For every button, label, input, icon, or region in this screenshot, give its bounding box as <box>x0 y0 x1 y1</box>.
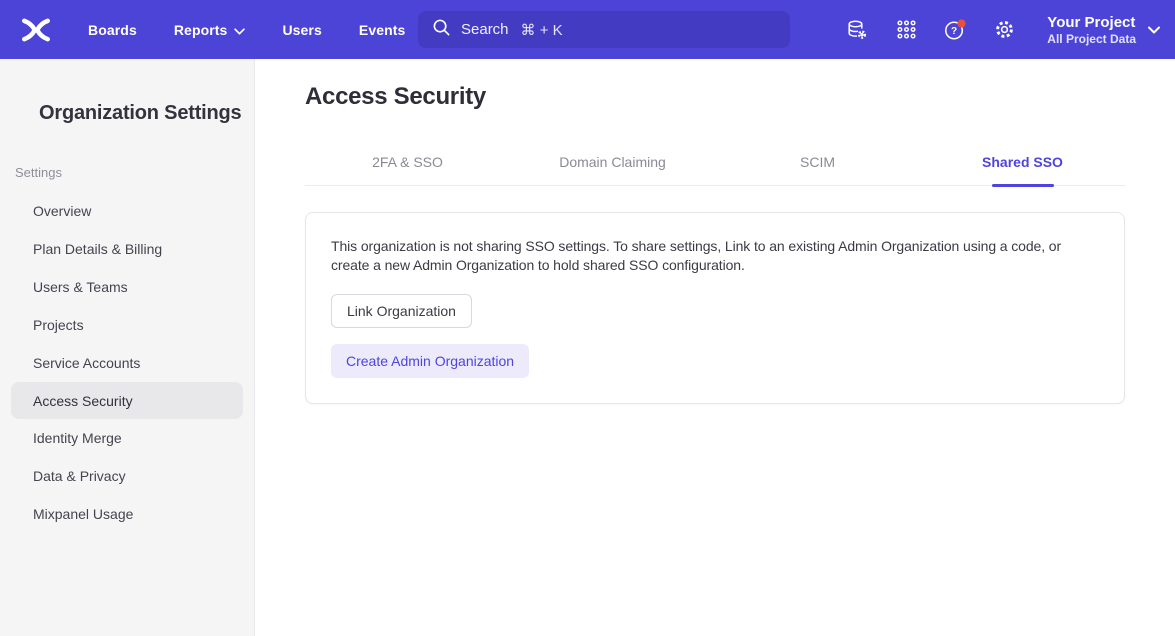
tab-label: 2FA & SSO <box>372 154 443 170</box>
link-organization-button[interactable]: Link Organization <box>331 294 472 328</box>
nav-item-label: Boards <box>88 22 137 38</box>
sidebar-item-identity-merge[interactable]: Identity Merge <box>0 419 254 457</box>
sidebar-item-access-security[interactable]: Access Security <box>11 382 243 419</box>
nav-item-label: Users <box>282 22 321 38</box>
search-placeholder: Search <box>461 21 509 38</box>
mixpanel-logo-icon[interactable] <box>21 18 51 42</box>
sidebar-item-projects[interactable]: Projects <box>0 306 254 344</box>
notification-badge <box>958 19 966 27</box>
settings-sidebar: Organization Settings Settings Overview … <box>0 59 255 636</box>
create-admin-organization-button[interactable]: Create Admin Organization <box>331 344 529 378</box>
search-icon <box>432 18 451 42</box>
shared-sso-card: This organization is not sharing SSO set… <box>305 212 1125 404</box>
search-shortcut-hint: ⌘ + K <box>521 21 563 39</box>
settings-gear-icon[interactable] <box>992 18 1016 42</box>
tab-label: Domain Claiming <box>559 154 666 170</box>
sidebar-item-service-accounts[interactable]: Service Accounts <box>0 344 254 382</box>
nav-item-boards[interactable]: Boards <box>88 22 137 38</box>
sidebar-item-mixpanel-usage[interactable]: Mixpanel Usage <box>0 495 254 533</box>
chevron-down-icon <box>1148 21 1160 39</box>
nav-item-events[interactable]: Events <box>359 22 406 38</box>
sidebar-item-overview[interactable]: Overview <box>0 192 254 230</box>
tab-label: Shared SSO <box>982 154 1063 170</box>
sidebar-item-data-privacy[interactable]: Data & Privacy <box>0 457 254 495</box>
tab-domain-claiming[interactable]: Domain Claiming <box>510 146 715 185</box>
chevron-down-icon <box>234 22 245 38</box>
top-navbar: Boards Reports Users Events Search ⌘ + K <box>0 0 1175 59</box>
tab-shared-sso[interactable]: Shared SSO <box>920 146 1125 185</box>
sidebar-title: Organization Settings <box>0 102 254 125</box>
nav-item-users[interactable]: Users <box>282 22 321 38</box>
project-scope: All Project Data <box>1047 32 1136 46</box>
active-tab-underline <box>992 184 1054 187</box>
nav-item-reports[interactable]: Reports <box>174 22 246 38</box>
project-switcher[interactable]: Your Project All Project Data <box>1047 14 1160 46</box>
tab-2fa-sso[interactable]: 2FA & SSO <box>305 146 510 185</box>
tab-label: SCIM <box>800 154 835 170</box>
data-management-icon[interactable] <box>845 18 869 42</box>
search-input[interactable]: Search ⌘ + K <box>418 11 790 48</box>
sidebar-item-users-teams[interactable]: Users & Teams <box>0 268 254 306</box>
svg-text:?: ? <box>951 26 957 37</box>
tab-scim[interactable]: SCIM <box>715 146 920 185</box>
sidebar-section-label: Settings <box>0 165 254 180</box>
main-content: Access Security 2FA & SSO Domain Claimin… <box>255 59 1175 636</box>
primary-nav: Boards Reports Users Events <box>88 22 442 38</box>
help-icon[interactable]: ? <box>943 18 967 42</box>
project-name: Your Project <box>1047 14 1136 32</box>
nav-item-label: Events <box>359 22 406 38</box>
tabs: 2FA & SSO Domain Claiming SCIM Shared SS… <box>305 146 1125 186</box>
sidebar-nav: Overview Plan Details & Billing Users & … <box>0 192 254 533</box>
nav-item-label: Reports <box>174 22 228 38</box>
page-title: Access Security <box>305 83 1125 111</box>
apps-grid-icon[interactable] <box>894 18 918 42</box>
navbar-actions: ? Your Project All Project Data <box>845 0 1160 59</box>
shared-sso-description: This organization is not sharing SSO set… <box>331 237 1099 276</box>
sidebar-item-plan-details-billing[interactable]: Plan Details & Billing <box>0 230 254 268</box>
